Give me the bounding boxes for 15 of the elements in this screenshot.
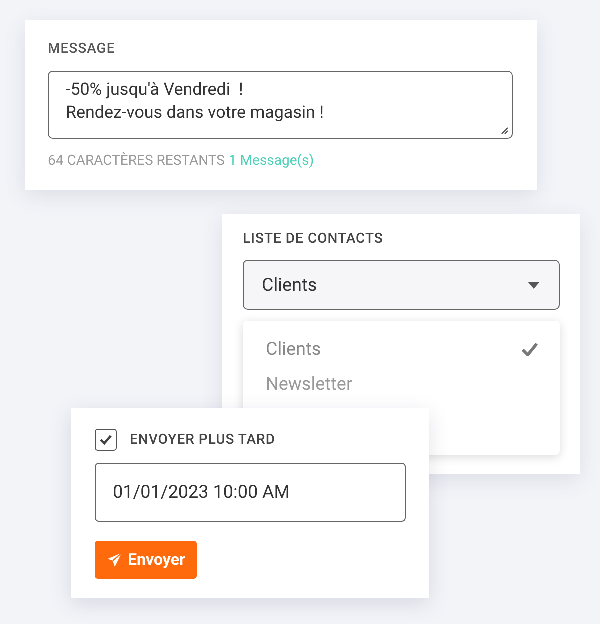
- checkbox[interactable]: [95, 429, 117, 451]
- remaining-characters: 64 CARACTÈRES RESTANTS: [48, 152, 225, 170]
- contact-list-select[interactable]: Clients: [243, 260, 560, 310]
- caret-icon: [528, 282, 540, 288]
- paper-plane-icon: [107, 552, 123, 568]
- check-icon: [100, 435, 112, 445]
- check-icon: [522, 342, 538, 356]
- message-field[interactable]: -50% jusqu'à Vendredi ! Rendez-vous dans votre magasin !: [48, 71, 513, 139]
- field-label: LISTE DE CONTACTS: [243, 230, 384, 248]
- resize-grip-icon[interactable]: [501, 127, 509, 135]
- datetime-field[interactable]: 01/01/2023 10:00 AM: [95, 463, 406, 522]
- field-label: MESSAGE: [48, 40, 116, 58]
- message-count: 1 Message(s): [228, 152, 314, 170]
- dropdown-option[interactable]: Clients: [243, 335, 560, 363]
- checkbox-label: ENVOYER PLUS TARD: [130, 430, 276, 450]
